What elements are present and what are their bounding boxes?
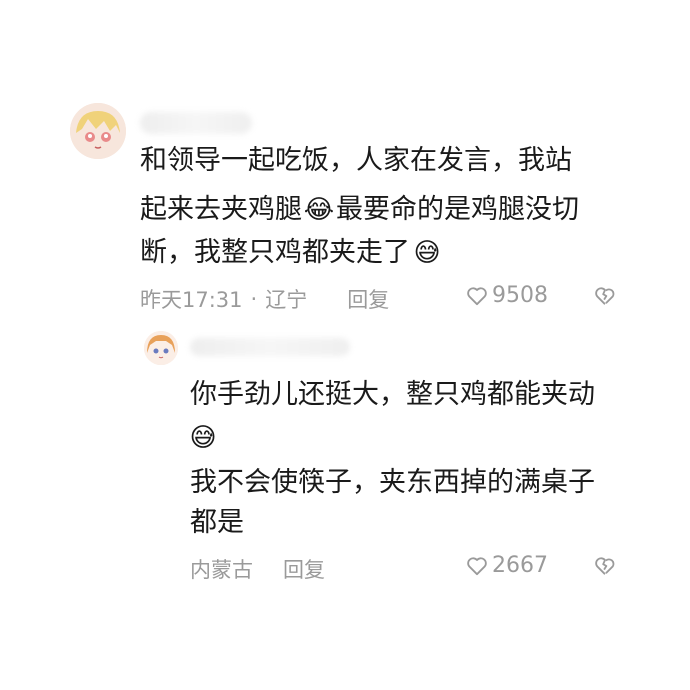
comment-text-segment: 断，我整只鸡都夹走了 — [140, 237, 410, 268]
meta-separator: · — [250, 287, 258, 311]
comment-text-line-3: 断，我整只鸡都夹走了 😅 — [140, 232, 444, 274]
reply-button[interactable]: 回复 — [347, 284, 389, 314]
like-count: 9508 — [492, 283, 548, 308]
broken-heart-icon[interactable] — [594, 556, 616, 580]
comment-text-segment: 最要命的是鸡腿没切 — [336, 194, 579, 225]
broken-heart-icon[interactable] — [594, 286, 616, 310]
reply-meta: 内蒙古 回复 — [190, 554, 325, 584]
reply-avatar[interactable] — [144, 331, 178, 365]
comment-meta: 昨天17:31 · 辽宁 回复 — [140, 284, 389, 314]
comment-location: 辽宁 — [265, 288, 308, 312]
reply-text-line-1: 你手劲儿还挺大，整只鸡都能夹动 — [190, 379, 595, 410]
laughing-crying-emoji-icon: 😂 — [303, 195, 335, 225]
reply-text-line-4: 都是 — [190, 507, 244, 538]
sweat-smile-emoji-icon: 😅 — [189, 423, 217, 453]
avatar[interactable] — [70, 103, 126, 159]
sweat-smile-emoji-icon: 😅 — [413, 238, 441, 268]
reply-text-line-3: 我不会使筷子，夹东西掉的满桌子 — [190, 467, 595, 498]
reply-like-count: 2667 — [492, 553, 548, 578]
reply-location: 内蒙古 — [190, 558, 253, 582]
comment-text-line-2: 起来去夹鸡腿😂最要命的是鸡腿没切 — [140, 189, 579, 231]
reply-username-blurred[interactable] — [190, 338, 350, 356]
heart-outline-icon — [466, 556, 488, 576]
reply-reply-button[interactable]: 回复 — [283, 554, 325, 584]
comment-time: 昨天17:31 — [140, 288, 243, 312]
comment-text-segment: 起来去夹鸡腿 — [140, 194, 302, 225]
reply-text-line-2: 😅 — [186, 417, 220, 459]
username-blurred[interactable] — [140, 112, 252, 134]
heart-outline-icon — [466, 286, 488, 306]
comment-text-line-1: 和领导一起吃饭，人家在发言，我站 — [140, 145, 572, 176]
like-button[interactable]: 9508 — [466, 283, 548, 308]
reply-like-button[interactable]: 2667 — [466, 553, 548, 578]
